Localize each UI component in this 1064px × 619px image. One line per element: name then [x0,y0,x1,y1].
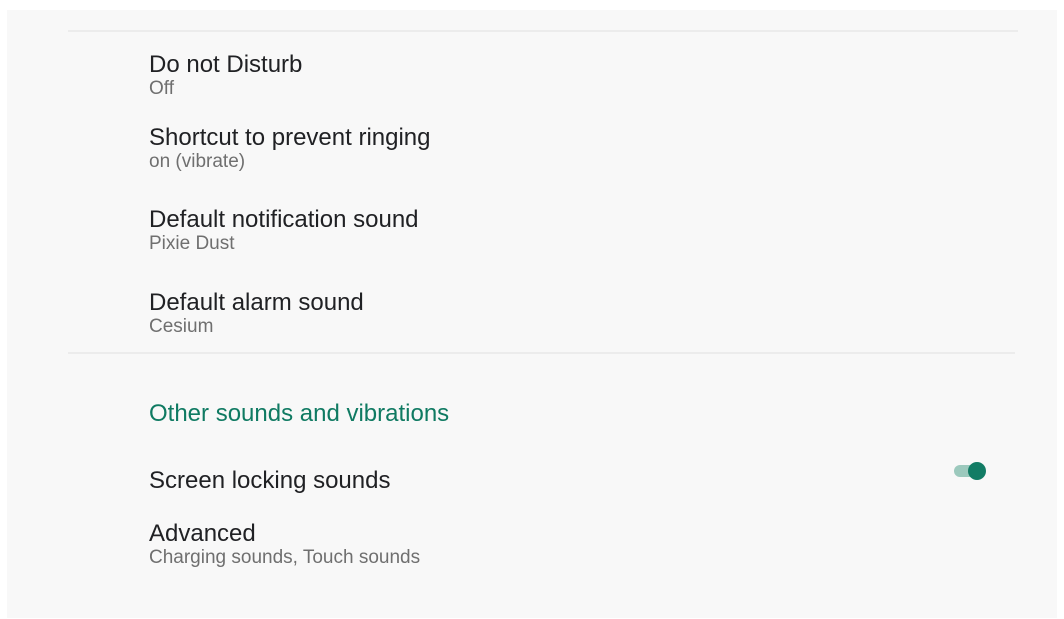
top-divider [68,30,1018,32]
other-sounds-section-header: Other sounds and vibrations [149,400,450,427]
advanced-item[interactable]: Advanced Charging sounds, Touch sounds [149,521,420,569]
do-not-disturb-title: Do not Disturb [149,51,303,78]
notification-sound-title: Default notification sound [149,206,419,233]
alarm-sound-summary: Cesium [149,316,214,337]
do-not-disturb-item[interactable]: Do not Disturb Off [149,52,302,100]
advanced-title: Advanced [149,520,256,547]
screen-locking-sounds-toggle[interactable] [952,461,988,481]
screen-locking-sounds-item[interactable]: Screen locking sounds [149,468,390,494]
alarm-sound-title: Default alarm sound [149,289,364,316]
prevent-ringing-summary: on (vibrate) [149,151,246,172]
section-divider [68,352,1015,354]
advanced-summary: Charging sounds, Touch sounds [149,547,421,568]
prevent-ringing-title: Shortcut to prevent ringing [149,124,431,151]
do-not-disturb-summary: Off [149,78,174,99]
notification-sound-item[interactable]: Default notification sound Pixie Dust [149,207,419,255]
toggle-thumb [968,462,986,480]
settings-panel: Do not Disturb Off Shortcut to prevent r… [7,10,1057,618]
notification-sound-summary: Pixie Dust [149,233,235,254]
screen-locking-sounds-title: Screen locking sounds [149,467,391,494]
prevent-ringing-item[interactable]: Shortcut to prevent ringing on (vibrate) [149,125,431,173]
alarm-sound-item[interactable]: Default alarm sound Cesium [149,290,364,338]
